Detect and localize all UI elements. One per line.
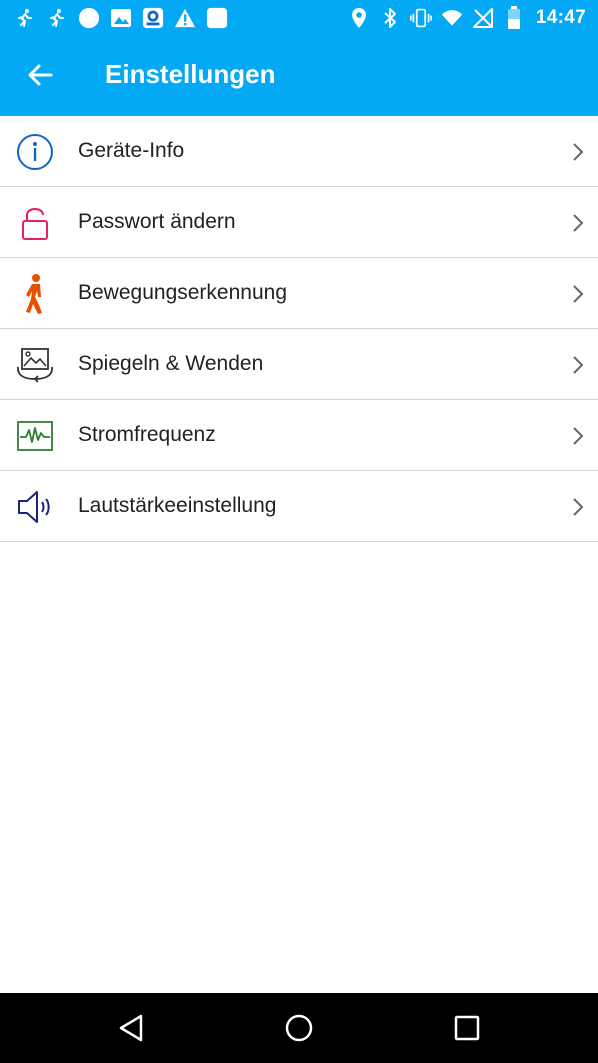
recents-square-icon <box>454 1015 480 1041</box>
settings-item-change-password[interactable]: Passwort ändern <box>0 187 598 258</box>
navigation-bar <box>0 993 598 1063</box>
settings-item-label: Spiegeln & Wenden <box>78 352 264 375</box>
chevron-right-icon <box>573 143 584 161</box>
back-button[interactable] <box>22 57 58 93</box>
settings-item-mirror-flip[interactable]: Spiegeln & Wenden <box>0 329 598 400</box>
status-time: 14:47 <box>535 6 586 28</box>
warning-icon <box>174 7 196 29</box>
status-bar-system: 14:47 <box>348 4 586 31</box>
vibrate-icon <box>409 7 432 29</box>
settings-item-device-info[interactable]: Geräte-Info <box>0 116 598 187</box>
bluetooth-icon <box>379 7 401 29</box>
no-signal-icon <box>472 7 494 29</box>
back-triangle-icon <box>119 1014 143 1042</box>
status-bar: 14:47 <box>0 0 598 35</box>
chevron-right-icon <box>573 427 584 445</box>
walking-person-icon <box>14 273 56 315</box>
chevron-right-icon <box>573 285 584 303</box>
home-circle-icon <box>285 1014 313 1042</box>
circle-icon <box>78 7 100 29</box>
settings-item-label: Bewegungserkennung <box>78 281 287 304</box>
settings-item-label: Geräte-Info <box>78 139 185 162</box>
location-icon <box>348 7 370 29</box>
frequency-wave-icon <box>14 415 56 457</box>
page-title: Einstellungen <box>105 59 276 89</box>
runner-icon <box>14 7 36 29</box>
speaker-icon <box>14 486 56 528</box>
nav-back-button[interactable] <box>113 1010 149 1046</box>
runner-icon <box>46 7 68 29</box>
arrow-left-icon <box>28 64 53 86</box>
square-icon <box>206 7 228 29</box>
image-icon <box>110 7 132 29</box>
lock-icon <box>14 202 56 244</box>
settings-item-label: Stromfrequenz <box>78 423 216 446</box>
app-icon <box>142 7 164 29</box>
settings-item-volume[interactable]: Lautstärkeeinstellung <box>0 471 598 542</box>
nav-recents-button[interactable] <box>449 1010 485 1046</box>
chevron-right-icon <box>573 498 584 516</box>
chevron-right-icon <box>573 356 584 374</box>
status-bar-notifications <box>14 4 228 31</box>
wifi-icon <box>441 7 463 29</box>
app-bar: Einstellungen <box>0 35 598 116</box>
battery-icon <box>503 5 525 29</box>
settings-list: Geräte-Info Passwort ändern Bewegungserk… <box>0 116 598 542</box>
chevron-right-icon <box>573 214 584 232</box>
settings-item-label: Lautstärkeeinstellung <box>78 494 277 517</box>
nav-home-button[interactable] <box>281 1010 317 1046</box>
mirror-image-icon <box>14 344 56 386</box>
settings-item-motion-detection[interactable]: Bewegungserkennung <box>0 258 598 329</box>
info-icon <box>14 131 56 173</box>
settings-item-power-frequency[interactable]: Stromfrequenz <box>0 400 598 471</box>
settings-item-label: Passwort ändern <box>78 210 236 233</box>
